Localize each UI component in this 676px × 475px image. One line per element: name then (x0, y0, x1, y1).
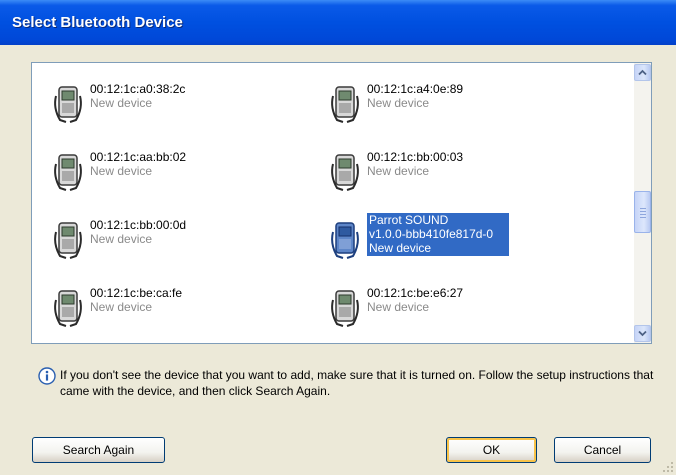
phone-icon (331, 86, 359, 123)
info-text: If you don't see the device that you wan… (60, 368, 654, 398)
device-item[interactable]: 00:12:1c:bb:00:03 New device (327, 145, 557, 193)
device-address: 00:12:1c:be:ca:fe (90, 286, 183, 300)
device-address: 00:12:1c:bb:00:0d (90, 218, 187, 232)
selected-label: Parrot SOUND v1.0.0-bbb410fe817d-0 New dev… (367, 213, 510, 256)
scroll-down-button[interactable] (634, 325, 651, 342)
device-address: 00:12:1c:a0:38:2c (90, 82, 186, 96)
device-name: Parrot SOUND (369, 213, 449, 227)
device-address: 00:12:1c:a4:0e:89 (367, 82, 464, 96)
phone-icon (54, 290, 82, 327)
chevron-down-icon (638, 330, 647, 337)
chevron-up-icon (638, 69, 647, 76)
device-item[interactable]: 00:12:1c:be:e6:27 New device (327, 281, 557, 329)
device-item[interactable]: 00:12:1c:be:ca:fe New device (50, 281, 280, 329)
device-version: v1.0.0-bbb410fe817d-0 (369, 227, 494, 241)
title-bar[interactable]: Select Bluetooth Device (0, 0, 676, 45)
phone-icon (331, 154, 359, 191)
phone-icon (54, 154, 82, 191)
phone-icon (331, 290, 359, 327)
info-icon (38, 367, 56, 385)
device-status: New device (90, 96, 153, 110)
device-status: New device (367, 96, 430, 110)
device-status: New device (369, 241, 432, 255)
device-status: New device (90, 300, 153, 314)
device-item[interactable]: 00:12:1c:aa:bb:02 New device (50, 145, 280, 193)
phone-icon (54, 222, 82, 259)
search-again-button[interactable]: Search Again (32, 437, 165, 463)
ok-button[interactable]: OK (446, 437, 537, 463)
device-status: New device (367, 164, 430, 178)
device-item[interactable]: 00:12:1c:a0:38:2c New device (50, 77, 280, 125)
device-item[interactable]: 00:12:1c:bb:00:0d New device (50, 213, 280, 261)
phone-icon (54, 86, 82, 123)
device-list[interactable]: 00:12:1c:a0:38:2c New device 00:12:1c:a4:… (31, 62, 652, 344)
scroll-up-button[interactable] (634, 64, 651, 81)
device-status: New device (90, 164, 153, 178)
device-status: New device (90, 232, 153, 246)
device-item-selected[interactable]: Parrot SOUND v1.0.0-bbb410fe817d-0 New dev… (327, 213, 587, 261)
resize-grip-icon[interactable] (662, 461, 674, 473)
device-address: 00:12:1c:be:e6:27 (367, 286, 464, 300)
device-item[interactable]: 00:12:1c:a4:0e:89 New device (327, 77, 557, 125)
phone-icon (331, 222, 359, 259)
device-address: 00:12:1c:aa:bb:02 (90, 150, 187, 164)
device-address: 00:12:1c:bb:00:03 (367, 150, 464, 164)
scrollbar-thumb[interactable] (634, 191, 651, 233)
window-title: Select Bluetooth Device (12, 14, 183, 31)
vertical-scrollbar[interactable] (634, 63, 651, 343)
device-status: New device (367, 300, 430, 314)
cancel-button[interactable]: Cancel (554, 437, 651, 463)
